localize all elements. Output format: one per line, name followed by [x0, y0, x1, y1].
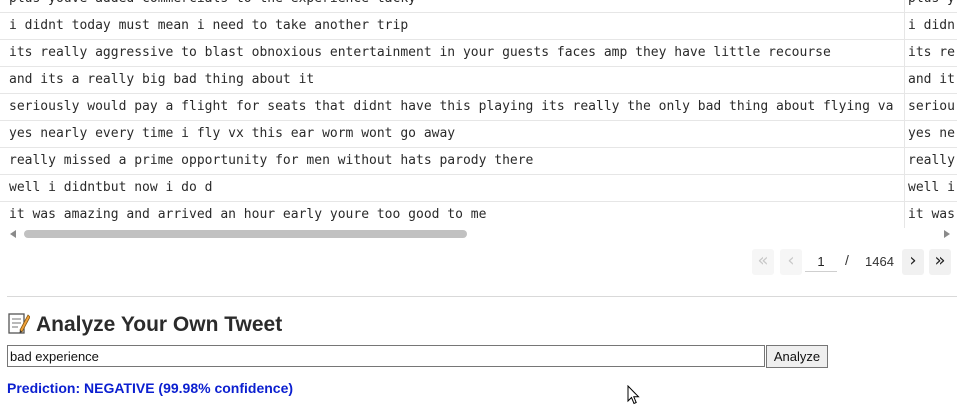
previous-page-button[interactable]: ‹	[780, 249, 802, 275]
preprocessed-text-cell: its re	[908, 45, 955, 60]
table-row[interactable]: its really aggressive to blast obnoxious…	[0, 40, 957, 67]
table-row[interactable]: and its a really big bad thing about it …	[0, 67, 957, 94]
next-page-button[interactable]: ›	[902, 249, 924, 275]
page-separator: /	[845, 252, 849, 268]
preprocessed-text-cell: and it	[908, 72, 955, 87]
scroll-right-icon[interactable]	[944, 230, 950, 238]
section-title-text: Analyze Your Own Tweet	[36, 313, 283, 336]
table-row[interactable]: seriously would pay a flight for seats t…	[0, 94, 957, 121]
tweet-text-cell: i didnt today must mean i need to take a…	[9, 18, 409, 33]
page-number-input[interactable]	[805, 251, 837, 272]
table-row[interactable]: i didnt today must mean i need to take a…	[0, 13, 957, 40]
tweet-input[interactable]	[7, 345, 765, 367]
horizontal-scrollbar[interactable]	[0, 228, 957, 241]
tweet-text-cell: seriously would pay a flight for seats t…	[9, 99, 894, 114]
pagination: « ‹ / 1464 › »	[752, 249, 957, 275]
table-row[interactable]: really missed a prime opportunity for me…	[0, 148, 957, 175]
tweet-text-cell: it was amazing and arrived an hour early…	[9, 207, 487, 222]
preprocessed-text-cell: seriou	[908, 99, 955, 114]
table-row[interactable]: well i didntbut now i do d well i	[0, 175, 957, 202]
table-row[interactable]: plus youve added commercials to the expe…	[0, 0, 957, 13]
section-heading: Analyze Your Own Tweet	[8, 310, 282, 340]
scroll-left-icon[interactable]	[10, 230, 16, 238]
tweet-text-cell: really missed a prime opportunity for me…	[9, 153, 534, 168]
section-divider	[7, 296, 957, 297]
preprocessed-text-cell: really	[908, 153, 955, 168]
table-row[interactable]: it was amazing and arrived an hour early…	[0, 202, 957, 228]
preprocessed-text-cell: it was	[908, 207, 955, 222]
first-page-button[interactable]: «	[752, 249, 774, 275]
tweet-text-cell: plus youve added commercials to the expe…	[9, 0, 904, 12]
last-page-button[interactable]: »	[929, 249, 951, 275]
analyze-button[interactable]: Analyze	[766, 345, 828, 368]
preprocessed-text-cell: well i	[908, 180, 955, 195]
tweet-text-cell: well i didntbut now i do d	[9, 180, 213, 195]
total-pages: 1464	[865, 254, 894, 269]
tweet-text-cell: its really aggressive to blast obnoxious…	[9, 45, 831, 60]
preprocessed-text-cell: yes ne	[908, 126, 955, 141]
table-row[interactable]: yes nearly every time i fly vx this ear …	[0, 121, 957, 148]
preprocessed-text-cell: plus y	[908, 0, 957, 12]
tweet-text-cell: and its a really big bad thing about it	[9, 72, 315, 87]
mouse-cursor-icon	[627, 384, 641, 405]
scrollbar-thumb[interactable]	[24, 230, 467, 238]
preprocessed-text-cell: i didn	[908, 18, 955, 33]
prediction-result: Prediction: NEGATIVE (99.98% confidence)	[7, 380, 294, 396]
data-table: plus youve added commercials to the expe…	[0, 0, 957, 228]
memo-icon	[8, 311, 31, 334]
tweet-text-cell: yes nearly every time i fly vx this ear …	[9, 126, 456, 141]
